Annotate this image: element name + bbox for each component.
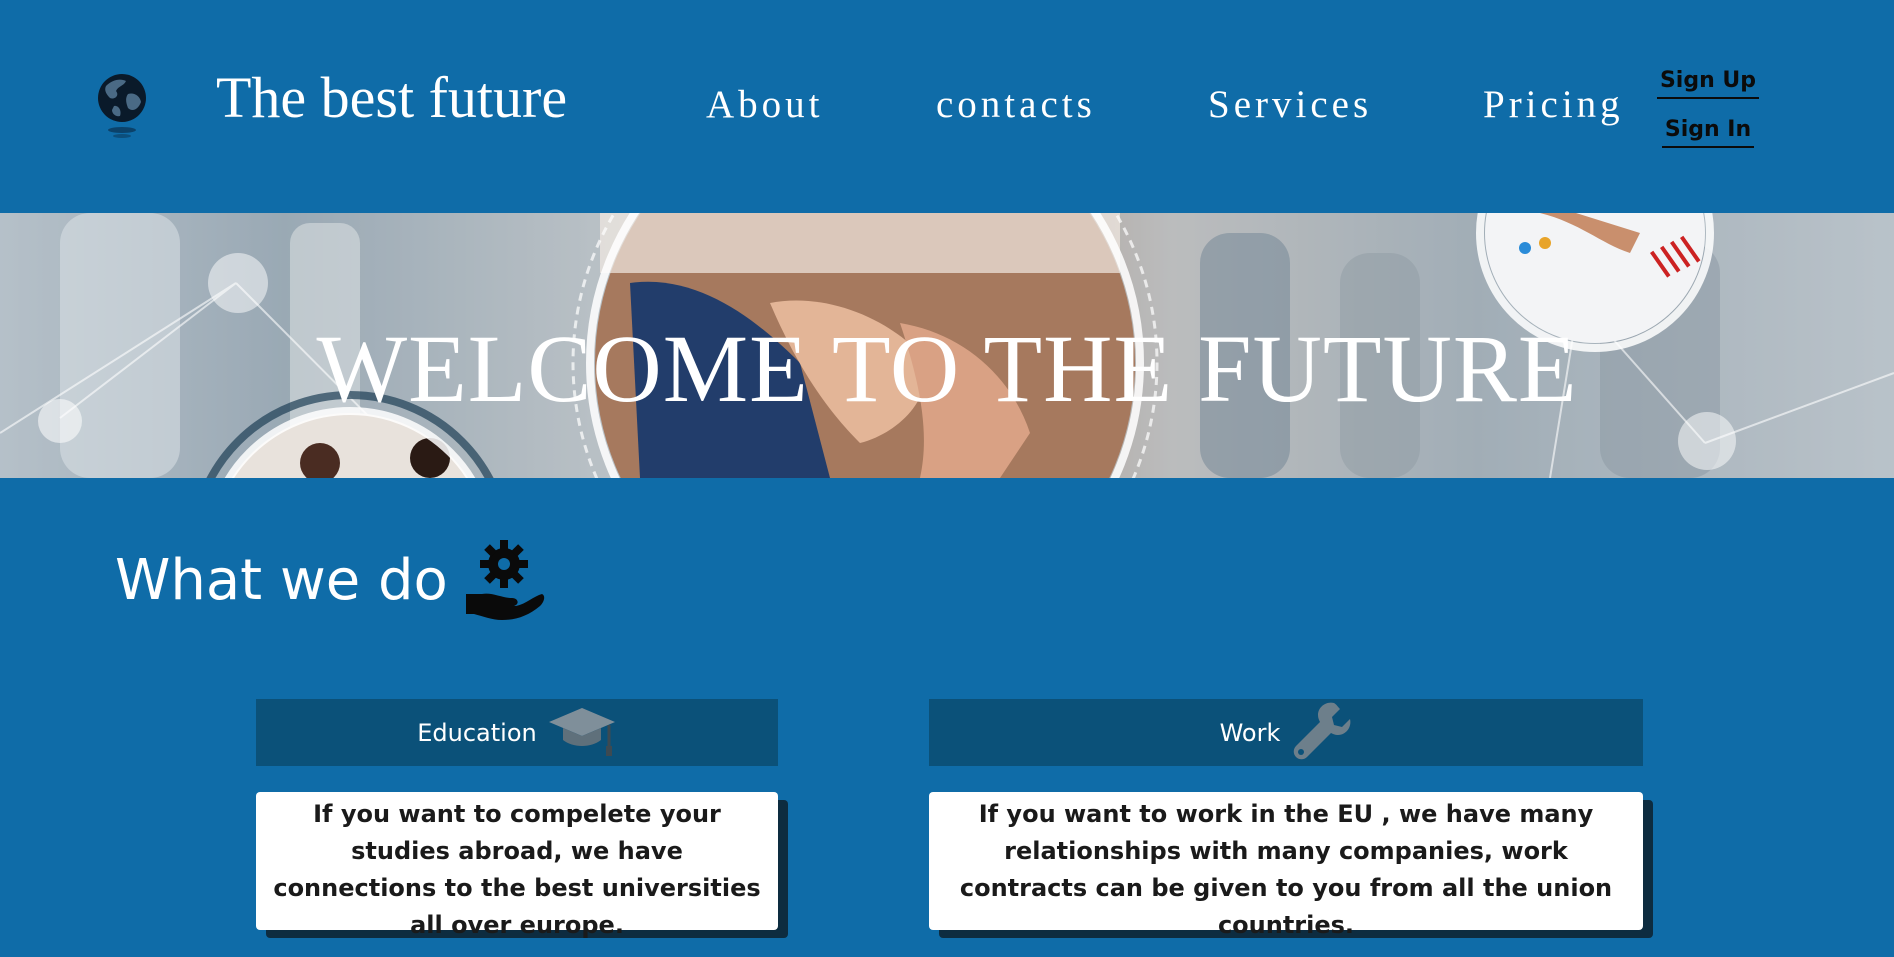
section-title: What we do <box>115 548 448 613</box>
hero-title: WELCOME TO THE FUTURE <box>316 315 1578 422</box>
education-card-body: If you want to compelete your studies ab… <box>256 792 778 939</box>
nav-services[interactable]: Services <box>1208 82 1372 127</box>
nav-contacts[interactable]: contacts <box>936 82 1096 127</box>
sign-up-button[interactable]: Sign Up <box>1657 68 1759 99</box>
globe-icon[interactable] <box>96 72 148 142</box>
education-card-header: Education <box>256 699 778 766</box>
gear-in-hand-icon <box>462 536 546 620</box>
wrench-icon <box>1290 699 1352 766</box>
nav-about[interactable]: About <box>706 82 824 127</box>
graduation-cap-icon <box>547 704 617 761</box>
work-card-body: If you want to work in the EU , we have … <box>929 792 1643 939</box>
education-label: Education <box>417 718 537 747</box>
work-card-header: Work <box>929 699 1643 766</box>
nav-pricing[interactable]: Pricing <box>1483 82 1624 127</box>
sign-in-button[interactable]: Sign In <box>1662 117 1754 148</box>
hero-banner: WELCOME TO THE FUTURE <box>0 213 1894 478</box>
site-title[interactable]: The best future <box>216 64 567 131</box>
work-label: Work <box>1219 718 1281 747</box>
site-header: The best future About contacts Services … <box>0 0 1894 213</box>
